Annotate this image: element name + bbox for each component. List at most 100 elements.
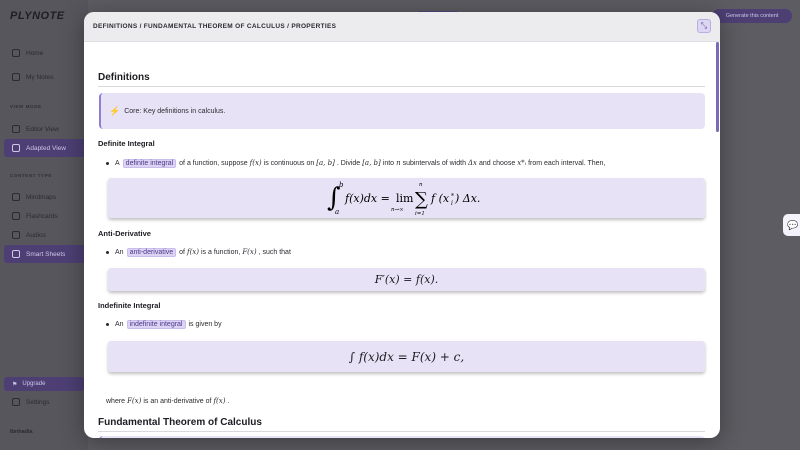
text: where — [106, 397, 126, 405]
text: is given by — [188, 320, 222, 328]
collapse-icon: ⤡ — [700, 21, 708, 30]
sidebar-item-home[interactable]: Home — [4, 44, 86, 62]
smart-sheet-modal: DEFINITIONS / FUNDAMENTAL THEOREM OF CAL… — [84, 12, 720, 438]
editor-icon — [12, 125, 20, 133]
sidebar-item-adapted-view[interactable]: Adapted View — [4, 139, 86, 157]
sidebar-item-flashcards[interactable]: Flashcards — [4, 207, 86, 225]
svg-text:f (x: f (x — [430, 192, 450, 205]
text: and choose — [479, 159, 516, 167]
svg-text:n→∞: n→∞ — [391, 207, 404, 213]
math-inline: f(x) — [249, 159, 262, 167]
text: from each interval. Then, — [528, 159, 606, 167]
indefinite-integral-paragraph: An indefinite integral is given by — [106, 318, 222, 330]
upgrade-icon: ⚑ — [12, 381, 18, 388]
text: An — [115, 320, 124, 328]
bullet — [106, 161, 109, 165]
sidebar-item-label: Mindmaps — [26, 193, 56, 201]
home-icon — [12, 49, 20, 57]
svg-text:a: a — [335, 208, 339, 216]
svg-text:lim: lim — [396, 192, 414, 205]
sidebar-item-label: Settings — [26, 398, 50, 406]
callout: ⚡ Core: Key definitions in calculus. — [99, 93, 705, 129]
svg-text:f(x)dx =: f(x)dx = — [344, 192, 390, 205]
term-highlight[interactable]: anti-derivative — [126, 247, 177, 257]
sidebar-item-settings[interactable]: Settings — [4, 393, 86, 411]
text: . — [227, 397, 230, 405]
sidebar-item-smart-sheets[interactable]: Smart Sheets — [4, 245, 86, 263]
term-highlight[interactable]: indefinite integral — [126, 319, 186, 329]
subsection-title-indefinite-integral: Indefinite Integral — [98, 301, 161, 310]
anti-derivative-equation: F′(x) = f(x). — [108, 268, 705, 291]
subsection-title-definite-integral: Definite Integral — [98, 139, 155, 148]
modal-header: DEFINITIONS / FUNDAMENTAL THEOREM OF CAL… — [84, 12, 720, 42]
text: is a function, — [201, 248, 241, 256]
mindmap-icon — [12, 193, 20, 201]
indefinite-integral-equation: ∫ f(x)dx = F(x) + c, — [108, 341, 705, 372]
sheet-icon — [12, 250, 20, 258]
math-inline: x*ᵢ — [517, 159, 527, 167]
bullet — [106, 322, 109, 326]
svg-text:n: n — [419, 182, 423, 188]
divider — [98, 431, 705, 432]
math-inline: F(x) — [127, 397, 142, 405]
text: into — [382, 159, 395, 167]
subsection-title-anti-derivative: Anti-Derivative — [98, 229, 151, 238]
text: A — [115, 159, 120, 167]
sidebar-item-label: Flashcards — [26, 212, 58, 220]
sidebar-item-label: Smart Sheets — [26, 250, 66, 258]
svg-text:b: b — [339, 181, 344, 189]
text: An — [115, 248, 124, 256]
audio-icon — [12, 231, 20, 239]
generate-content-button[interactable]: Generate this content — [712, 9, 792, 23]
sidebar-item-my-notes[interactable]: My Notes — [4, 68, 86, 86]
term-highlight[interactable]: definite integral — [122, 158, 177, 168]
text: subintervals of width — [402, 159, 466, 167]
sidebar-item-editor-view[interactable]: Editor View — [4, 120, 86, 138]
gear-icon — [12, 398, 20, 406]
sidebar-item-label: My Notes — [26, 73, 54, 81]
content-type-heading: CONTENT TYPE — [10, 173, 52, 178]
math-inline: F(x) — [242, 248, 257, 256]
sidebar-item-label: Adapted View — [26, 144, 66, 152]
math-inline: [a, b] — [362, 159, 381, 167]
sidebar-item-mindmaps[interactable]: Mindmaps — [4, 188, 86, 206]
modal-content: Definitions ⚡ Core: Key definitions in c… — [98, 42, 708, 438]
svg-text:i=1: i=1 — [415, 211, 425, 217]
callout-partial — [99, 436, 705, 438]
svg-text:) Δx.: ) Δx. — [454, 192, 480, 205]
sidebar-item-label: Audios — [26, 231, 46, 239]
app-logo: PLYNOTE — [10, 10, 65, 22]
scrollbar-thumb[interactable] — [716, 42, 719, 132]
upgrade-button[interactable]: ⚑ Upgrade — [4, 377, 84, 391]
text: of — [179, 248, 185, 256]
notes-icon — [12, 73, 20, 81]
bullet — [106, 250, 109, 254]
section-title-definitions: Definitions — [98, 72, 150, 83]
math-inline: f(x) — [213, 397, 226, 405]
svg-text:i: i — [451, 200, 453, 207]
text: , such that — [258, 248, 291, 256]
math-inline: [a, b] — [316, 159, 335, 167]
sidebar-item-audios[interactable]: Audios — [4, 226, 86, 244]
divider — [98, 86, 705, 87]
collapse-button[interactable]: ⤡ — [697, 19, 711, 33]
text: is an anti-derivative of — [143, 397, 212, 405]
indefinite-integral-note: where F(x) is an anti-derivative of f(x)… — [106, 395, 229, 407]
definite-integral-equation: ∫ b a f(x)dx = lim n→∞ ∑ n i=1 f (x * i … — [108, 178, 705, 218]
chat-icon: 💬 — [787, 219, 799, 230]
adapted-icon — [12, 144, 20, 152]
svg-text:*: * — [451, 193, 454, 200]
text: . Divide — [336, 159, 361, 167]
sidebar-item-label: Home — [26, 49, 44, 57]
math-inline: Δx — [468, 159, 478, 167]
lightning-icon: ⚡ — [109, 105, 121, 116]
section-title-ftc: Fundamental Theorem of Calculus — [98, 417, 262, 428]
breadcrumb: DEFINITIONS / FUNDAMENTAL THEOREM OF CAL… — [93, 23, 337, 30]
text: of a function, suppose — [179, 159, 248, 167]
definite-integral-formula: ∫ b a f(x)dx = lim n→∞ ∑ n i=1 f (x * i … — [327, 181, 480, 217]
flashcard-icon — [12, 212, 20, 220]
chat-button[interactable]: 💬 — [783, 214, 800, 236]
user-name: Ibnhadia — [10, 429, 33, 435]
math-inline: n — [396, 159, 401, 167]
view-mode-heading: VIEW MODE — [10, 104, 42, 109]
